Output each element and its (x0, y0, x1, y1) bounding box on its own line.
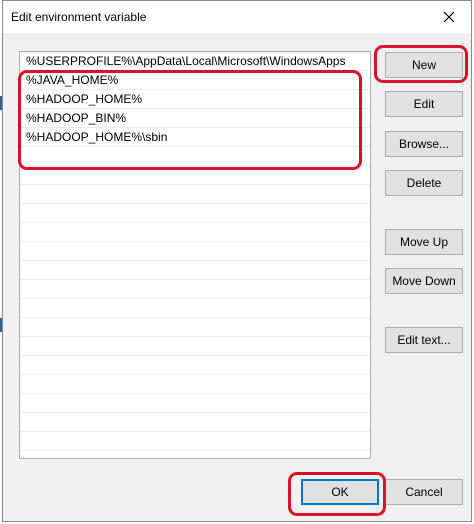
empty-list-row[interactable] (20, 185, 370, 204)
empty-list-row[interactable] (20, 204, 370, 223)
new-button[interactable]: New (385, 52, 463, 78)
empty-list-row[interactable] (20, 280, 370, 299)
list-item[interactable]: %HADOOP_BIN% (20, 109, 370, 128)
empty-list-row[interactable] (20, 223, 370, 242)
empty-list-row[interactable] (20, 413, 370, 432)
empty-list-row[interactable] (20, 375, 370, 394)
empty-list-row[interactable] (20, 242, 370, 261)
empty-list-row[interactable] (20, 299, 370, 318)
empty-list-row[interactable] (20, 432, 370, 451)
close-button[interactable] (427, 1, 471, 33)
empty-list-row[interactable] (20, 356, 370, 375)
edit-env-variable-dialog: Edit environment variable %USERPROFILE%\… (2, 0, 472, 522)
list-item[interactable]: %HADOOP_HOME% (20, 90, 370, 109)
ok-button[interactable]: OK (301, 479, 379, 505)
edit-text-button[interactable]: Edit text... (385, 327, 463, 353)
title-bar: Edit environment variable (3, 1, 471, 33)
empty-list-row[interactable] (20, 394, 370, 413)
empty-list-row[interactable] (20, 166, 370, 185)
list-item[interactable]: %JAVA_HOME% (20, 71, 370, 90)
browse-button[interactable]: Browse... (385, 131, 463, 157)
empty-list-row[interactable] (20, 147, 370, 166)
edit-button[interactable]: Edit (385, 91, 463, 117)
window-title: Edit environment variable (11, 10, 147, 24)
move-down-button[interactable]: Move Down (385, 268, 463, 294)
delete-button[interactable]: Delete (385, 170, 463, 196)
list-item[interactable]: %HADOOP_HOME%\sbin (20, 128, 370, 147)
path-entries-list[interactable]: %USERPROFILE%\AppData\Local\Microsoft\Wi… (19, 51, 371, 459)
cancel-button[interactable]: Cancel (385, 479, 463, 505)
close-icon (443, 11, 455, 23)
list-item[interactable]: %USERPROFILE%\AppData\Local\Microsoft\Wi… (20, 52, 370, 71)
empty-list-row[interactable] (20, 337, 370, 356)
move-up-button[interactable]: Move Up (385, 229, 463, 255)
empty-list-row[interactable] (20, 318, 370, 337)
empty-list-row[interactable] (20, 261, 370, 280)
